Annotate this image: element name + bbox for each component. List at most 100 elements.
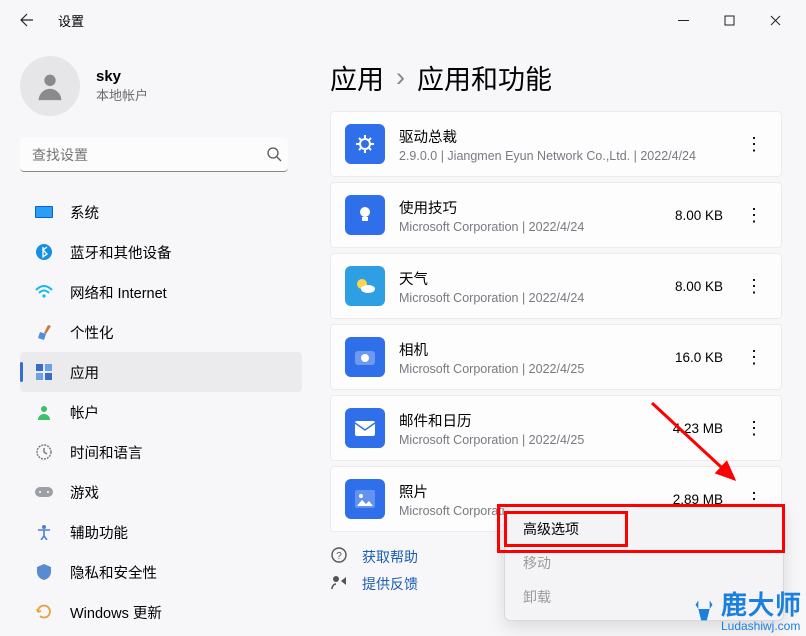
breadcrumb-root[interactable]: 应用 (330, 58, 384, 97)
app-icon (345, 266, 385, 306)
nav-label: 蓝牙和其他设备 (70, 242, 172, 263)
user-name: sky (96, 68, 148, 85)
nav-gaming[interactable]: 游戏 (20, 472, 302, 512)
titlebar: 设置 (0, 0, 806, 40)
nav-label: 游戏 (70, 482, 99, 503)
app-meta: Microsoft Corporation | 2022/4/24 (399, 291, 675, 305)
more-button[interactable]: ⋮ (741, 414, 767, 443)
camera-icon (355, 349, 375, 365)
nav-label: 时间和语言 (70, 442, 143, 463)
arrow-left-icon (18, 12, 34, 28)
more-button[interactable]: ⋮ (741, 201, 767, 230)
brush-icon (34, 322, 54, 342)
app-meta: Microsoft Corporation | 2022/4/25 (399, 362, 675, 376)
gamepad-icon (34, 482, 54, 502)
minimize-button[interactable] (660, 4, 706, 36)
window-controls (660, 4, 798, 36)
app-size: 16.0 KB (675, 350, 723, 365)
nav-bluetooth[interactable]: 蓝牙和其他设备 (20, 232, 302, 272)
bulb-icon (356, 204, 374, 226)
menu-advanced-options[interactable]: 高级选项 (505, 512, 783, 546)
chevron-right-icon: › (396, 62, 405, 93)
nav-privacy[interactable]: 隐私和安全性 (20, 552, 302, 592)
nav-label: 帐户 (70, 402, 99, 423)
sidebar: sky 本地帐户 系统 蓝牙和其他设备 网络和 Internet 个性化 应用 … (20, 40, 310, 636)
nav-personalization[interactable]: 个性化 (20, 312, 302, 352)
apps-icon (34, 362, 54, 382)
feedback-label: 提供反馈 (362, 574, 418, 594)
feedback-icon (330, 573, 348, 594)
nav-system[interactable]: 系统 (20, 192, 302, 232)
app-icon (345, 124, 385, 164)
nav-label: Windows 更新 (70, 602, 162, 623)
app-card: 天气 Microsoft Corporation | 2022/4/24 8.0… (330, 253, 782, 319)
app-card: 相机 Microsoft Corporation | 2022/4/25 16.… (330, 324, 782, 390)
app-name: 驱动总裁 (399, 126, 723, 147)
user-icon (33, 69, 67, 103)
app-size: 8.00 KB (675, 208, 723, 223)
nav-label: 系统 (70, 202, 99, 223)
window-title: 设置 (58, 11, 84, 30)
maximize-button[interactable] (706, 4, 752, 36)
app-card: 使用技巧 Microsoft Corporation | 2022/4/24 8… (330, 182, 782, 248)
nav-label: 应用 (70, 362, 99, 383)
search-box (20, 138, 302, 172)
app-name: 使用技巧 (399, 197, 675, 218)
back-button[interactable] (8, 2, 44, 38)
nav-label: 网络和 Internet (70, 282, 167, 303)
photos-icon (355, 490, 375, 508)
account-icon (34, 402, 54, 422)
shield-icon (34, 562, 54, 582)
help-label: 获取帮助 (362, 547, 418, 567)
app-card: 驱动总裁 2.9.0.0 | Jiangmen Eyun Network Co.… (330, 111, 782, 177)
breadcrumb-leaf: 应用和功能 (417, 58, 552, 97)
nav-accounts[interactable]: 帐户 (20, 392, 302, 432)
help-icon: ? (330, 546, 348, 567)
nav-windows-update[interactable]: Windows 更新 (20, 592, 302, 632)
app-size: 8.00 KB (675, 279, 723, 294)
app-name: 天气 (399, 268, 675, 289)
user-subtitle: 本地帐户 (96, 85, 148, 104)
app-name: 相机 (399, 339, 675, 360)
close-button[interactable] (752, 4, 798, 36)
breadcrumb: 应用 › 应用和功能 (330, 58, 782, 97)
app-icon (345, 479, 385, 519)
user-profile[interactable]: sky 本地帐户 (20, 56, 302, 116)
gear-icon (354, 133, 376, 155)
app-meta: Microsoft Corporation | 2022/4/25 (399, 433, 673, 447)
app-meta: Microsoft Corporation | 2022/4/24 (399, 220, 675, 234)
nav-time-language[interactable]: 时间和语言 (20, 432, 302, 472)
app-icon (345, 408, 385, 448)
display-icon (34, 202, 54, 222)
clock-icon (34, 442, 54, 462)
update-icon (34, 602, 54, 622)
menu-uninstall[interactable]: 卸载 (505, 580, 783, 614)
search-icon (266, 146, 282, 167)
app-size: 4.23 MB (673, 421, 723, 436)
wifi-icon (34, 282, 54, 302)
app-name: 邮件和日历 (399, 410, 673, 431)
search-input[interactable] (20, 138, 288, 172)
avatar (20, 56, 80, 116)
app-card: 邮件和日历 Microsoft Corporation | 2022/4/25 … (330, 395, 782, 461)
weather-icon (354, 275, 376, 297)
app-icon (345, 337, 385, 377)
app-meta: 2.9.0.0 | Jiangmen Eyun Network Co.,Ltd.… (399, 149, 723, 163)
mail-icon (355, 421, 375, 436)
app-name: 照片 (399, 481, 673, 502)
nav-label: 个性化 (70, 322, 114, 343)
bluetooth-icon (34, 242, 54, 262)
nav-list: 系统 蓝牙和其他设备 网络和 Internet 个性化 应用 帐户 时间和语言 … (20, 192, 302, 632)
nav-network[interactable]: 网络和 Internet (20, 272, 302, 312)
nav-apps[interactable]: 应用 (20, 352, 302, 392)
nav-label: 辅助功能 (70, 522, 128, 543)
more-button[interactable]: ⋮ (741, 130, 767, 159)
more-button[interactable]: ⋮ (741, 343, 767, 372)
context-menu: 高级选项 移动 卸载 (504, 505, 784, 621)
nav-accessibility[interactable]: 辅助功能 (20, 512, 302, 552)
more-button[interactable]: ⋮ (741, 272, 767, 301)
accessibility-icon (34, 522, 54, 542)
app-icon (345, 195, 385, 235)
nav-label: 隐私和安全性 (70, 562, 157, 583)
menu-move[interactable]: 移动 (505, 546, 783, 580)
